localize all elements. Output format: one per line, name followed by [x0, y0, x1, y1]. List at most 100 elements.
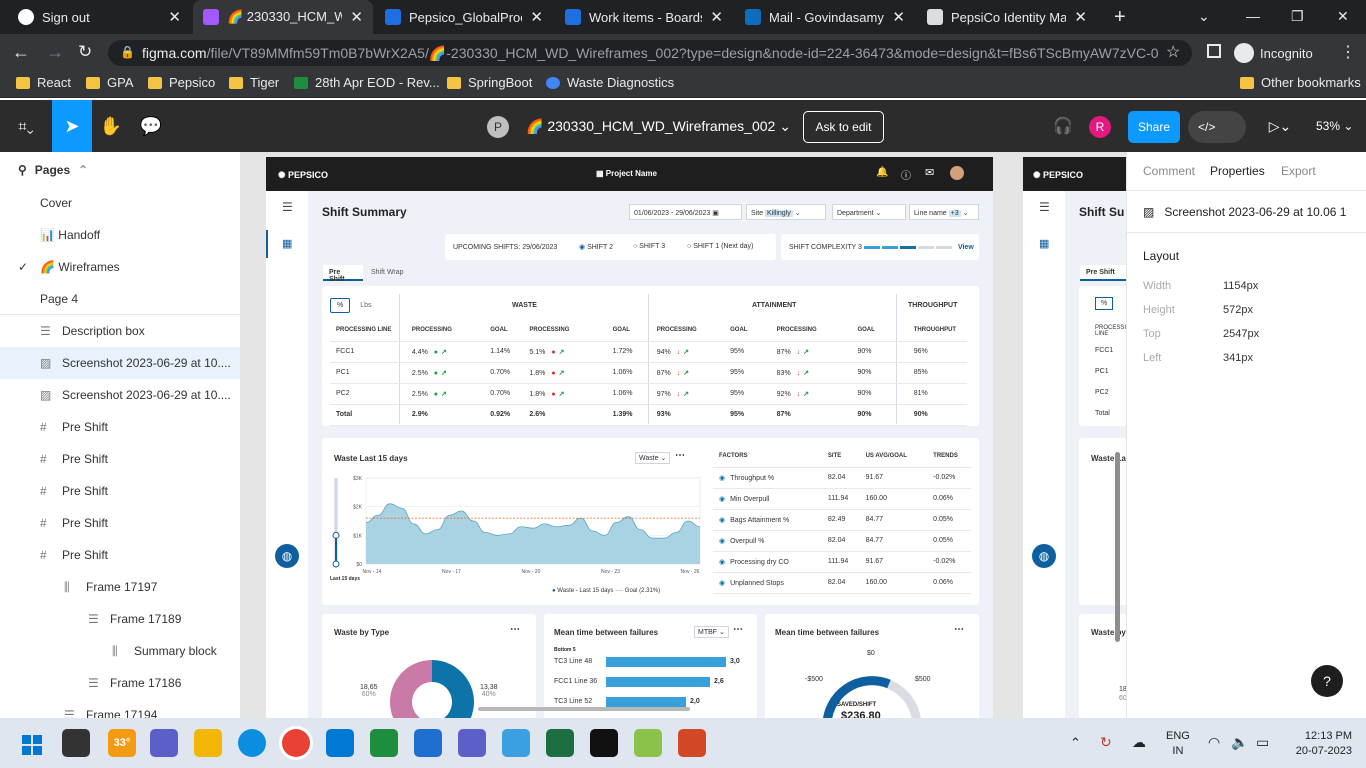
- second-frame[interactable]: ✺ PEPSICO ☰ ▦ ◍ Shift Su Pre Shift % PRO…: [1023, 157, 1126, 718]
- cloud-off-icon[interactable]: ☁: [1132, 734, 1146, 751]
- close-window-icon[interactable]: ✕: [1337, 8, 1349, 25]
- department-filter[interactable]: Department ⌄: [832, 204, 906, 220]
- lbs-toggle[interactable]: Lbs: [356, 299, 375, 312]
- layer-row[interactable]: ▨ Screenshot 2023-06-29 at 10....: [0, 347, 240, 379]
- tab-sign-out[interactable]: Sign out ✕: [8, 0, 191, 34]
- more-icon[interactable]: ⋯: [954, 624, 964, 635]
- incognito-indicator[interactable]: Incognito: [1234, 40, 1313, 66]
- globe-icon[interactable]: ◍: [275, 544, 299, 568]
- side-panel-icon[interactable]: [1207, 44, 1221, 58]
- notification-icon[interactable]: 🔔: [876, 167, 888, 178]
- scale-slider-handle[interactable]: [332, 560, 340, 568]
- tray-chevron-icon[interactable]: ⌃: [1070, 735, 1081, 751]
- tab-pepsico-procurement[interactable]: Pepsico_GlobalProcur✕: [375, 0, 553, 34]
- globe-icon[interactable]: ◍: [1032, 544, 1056, 568]
- mtbf-select[interactable]: MTBF ⌄: [694, 626, 729, 638]
- back-icon[interactable]: ←: [12, 42, 30, 63]
- volume-icon[interactable]: 🔈: [1231, 734, 1248, 751]
- close-tab-icon[interactable]: ✕: [530, 8, 543, 26]
- bookmark-star-icon[interactable]: ☆: [1166, 42, 1180, 62]
- factor-row[interactable]: ◉ Min Overpull 111.94 160.00 0.06%: [713, 488, 971, 510]
- edge-icon[interactable]: [238, 729, 266, 757]
- table-row[interactable]: Total 2.9% 0.92% 2.6% 1.39% 93% 95% 87% 90% 90%: [330, 404, 967, 426]
- line-name-filter[interactable]: Line name +3 ⌄: [909, 204, 979, 220]
- factor-row[interactable]: ◉ Overpull % 82.04 84.77 0.05%: [713, 530, 971, 552]
- layer-row[interactable]: # Pre Shift: [0, 507, 240, 539]
- other-bookmarks[interactable]: Other bookmarks: [1240, 75, 1361, 90]
- bookmark-tiger[interactable]: Tiger: [229, 75, 279, 90]
- layer-row[interactable]: ☰ Frame 17189: [0, 603, 240, 635]
- shift-summary-frame[interactable]: ✺ PEPSICO ▦ Project Name 🔔 ⓘ ✉ ☰ ▦ ◍ Shi…: [266, 157, 993, 718]
- layer-row[interactable]: # Pre Shift: [0, 539, 240, 571]
- close-tab-icon[interactable]: ✕: [710, 8, 723, 26]
- profile-avatar[interactable]: [950, 166, 964, 180]
- factor-row[interactable]: ◉ Throughput % 82.04 91.67 -0.02%: [713, 467, 971, 489]
- teams-icon[interactable]: [458, 729, 486, 757]
- layer-row[interactable]: # Pre Shift: [0, 411, 240, 443]
- file-explorer-icon[interactable]: [194, 729, 222, 757]
- store-icon[interactable]: [414, 729, 442, 757]
- powerpoint-icon[interactable]: [678, 729, 706, 757]
- table-row[interactable]: FCC1 4.4% ● ↗ 1.14% 5.1% ● ↗ 1.72% 94% ↓ ↗ 95% 87%…: [330, 341, 967, 363]
- user-avatar[interactable]: R: [1089, 116, 1111, 138]
- battery-icon[interactable]: ▭: [1256, 734, 1269, 751]
- more-icon[interactable]: ⋯: [733, 624, 743, 635]
- horizontal-scrollbar[interactable]: [478, 707, 690, 711]
- vscode-icon[interactable]: [326, 729, 354, 757]
- close-tab-icon[interactable]: ✕: [1074, 8, 1087, 26]
- zoom-level[interactable]: 53% ⌄: [1316, 119, 1353, 133]
- layer-row[interactable]: ☰ Description box: [0, 315, 240, 347]
- ask-to-edit-button[interactable]: Ask to edit: [803, 111, 884, 143]
- page-wireframes[interactable]: ✓ 🌈 Wireframes: [18, 260, 120, 274]
- weather-icon[interactable]: 33°: [108, 729, 136, 757]
- close-tab-icon[interactable]: ✕: [168, 8, 181, 26]
- shift-3-radio[interactable]: ○ SHIFT 3: [633, 243, 665, 250]
- chat-icon[interactable]: [370, 729, 398, 757]
- page-4[interactable]: Page 4: [40, 292, 78, 306]
- dashboard-icon[interactable]: ▦: [1039, 237, 1049, 250]
- forward-icon[interactable]: →: [46, 42, 64, 63]
- table-row[interactable]: PC1 2.5% ● ↗ 0.70% 1.8% ● ↗ 1.06% 87% ↓ ↗ 95% 83% …: [330, 362, 967, 384]
- eye-icon[interactable]: ◉: [719, 475, 725, 482]
- bookmark-gpa[interactable]: GPA: [86, 75, 134, 90]
- project-name[interactable]: ▦ Project Name: [596, 169, 657, 178]
- percent-toggle[interactable]: %: [330, 297, 351, 313]
- waste-select[interactable]: Waste ⌄: [635, 452, 671, 464]
- language-indicator[interactable]: ENG IN: [1166, 729, 1190, 759]
- factor-row[interactable]: ◉ Unplanned Stops 82.04 160.00 0.06%: [713, 572, 971, 594]
- layer-row[interactable]: ⫼ Frame 17197: [0, 571, 240, 603]
- pages-header[interactable]: ⚲ Pages ⌃: [18, 163, 88, 177]
- factor-row[interactable]: ◉ Processing dry CO 111.94 91.67 -0.02%: [713, 551, 971, 573]
- eye-icon[interactable]: ◉: [719, 580, 725, 587]
- tab-figma-file[interactable]: 🌈 230330_HCM_WD_✕: [193, 0, 373, 34]
- restore-icon[interactable]: ❐: [1291, 8, 1304, 25]
- layer-row[interactable]: # Pre Shift: [0, 443, 240, 475]
- tab-shift-wrap[interactable]: Shift Wrap: [367, 265, 408, 280]
- team-avatar[interactable]: P: [487, 116, 509, 138]
- figma-canvas[interactable]: ✺ PEPSICO ▦ Project Name 🔔 ⓘ ✉ ☰ ▦ ◍ Shi…: [241, 152, 1126, 718]
- view-link[interactable]: View: [958, 244, 974, 251]
- factor-row[interactable]: ◉ Bags Attainment % 82.49 84.77 0.05%: [713, 509, 971, 531]
- intellij-icon[interactable]: [590, 729, 618, 757]
- eye-icon[interactable]: ◉: [719, 559, 725, 566]
- comment-tool-icon[interactable]: 💬: [132, 100, 170, 152]
- layer-row[interactable]: ▨ Screenshot 2023-06-29 at 10....: [0, 379, 240, 411]
- shift-1-radio[interactable]: ○ SHIFT 1 (Next day): [687, 243, 753, 250]
- share-button[interactable]: Share: [1128, 111, 1180, 143]
- page-handoff[interactable]: 📊 Handoff: [40, 228, 100, 242]
- hamburger-icon[interactable]: ☰: [1039, 200, 1050, 214]
- move-tool-icon[interactable]: ➤: [52, 100, 92, 152]
- meet-icon[interactable]: [150, 729, 178, 757]
- minimize-icon[interactable]: —: [1246, 8, 1260, 24]
- hamburger-icon[interactable]: ☰: [282, 200, 293, 214]
- eye-icon[interactable]: ◉: [719, 538, 725, 545]
- chrome-icon[interactable]: [282, 729, 310, 757]
- layer-row[interactable]: # Pre Shift: [0, 475, 240, 507]
- tab-export[interactable]: Export: [1281, 164, 1316, 178]
- dev-mode-toggle[interactable]: </>: [1188, 111, 1246, 143]
- site-filter[interactable]: Site Killingly ⌄: [746, 204, 826, 220]
- bookmark-react[interactable]: React: [16, 75, 71, 90]
- tab-pre-shift[interactable]: Pre Shift: [323, 265, 363, 283]
- bookmark-eod[interactable]: 28th Apr EOD - Rev...: [294, 75, 440, 90]
- excel-icon[interactable]: [546, 729, 574, 757]
